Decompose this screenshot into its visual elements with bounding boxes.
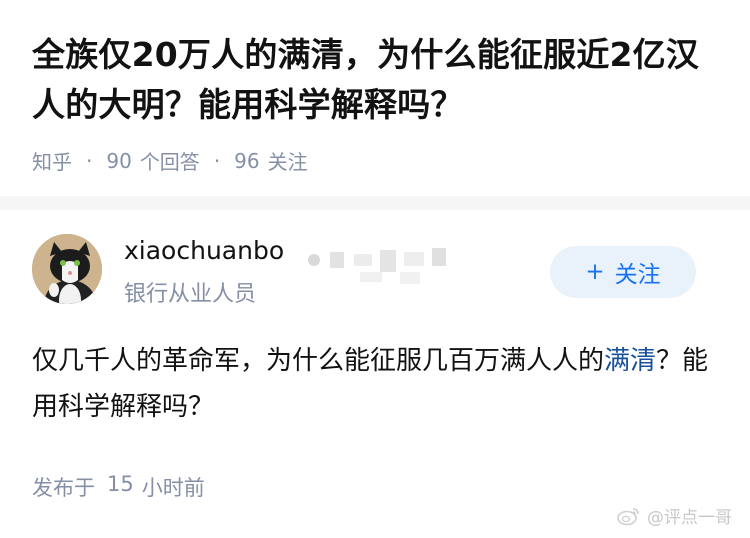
keyword-link[interactable]: 满清 bbox=[604, 346, 656, 376]
weibo-icon bbox=[617, 507, 639, 525]
time-prefix: 发布于 bbox=[32, 476, 95, 500]
source-label[interactable]: 知乎 bbox=[32, 146, 72, 175]
follow-label: 关注 bbox=[614, 262, 661, 288]
separator-dot: · bbox=[213, 148, 221, 173]
answer-card: xiaochuanbo 银行从业人员 + 关注 仅几千人的革命军，为什么能征服几… bbox=[0, 210, 750, 538]
followers-count: 96 bbox=[234, 148, 260, 173]
time-value: 15 bbox=[107, 472, 134, 496]
author-name[interactable]: xiaochuanbo bbox=[124, 236, 284, 265]
answer-content[interactable]: 仅几千人的革命军，为什么能征服几百万满人人的满清？能用科学解释吗？ bbox=[32, 338, 722, 430]
section-divider bbox=[0, 196, 750, 210]
question-meta: 知乎 · 90 个回答 · 96 关注 bbox=[32, 146, 308, 175]
publish-time: 发布于 15 小时前 bbox=[32, 472, 205, 502]
cat-avatar-icon bbox=[32, 234, 102, 304]
question-title[interactable]: 全族仅20万人的满清，为什么能征服近2亿汉人的大明？能用科学解释吗？ bbox=[32, 30, 718, 130]
question-card: 全族仅20万人的满清，为什么能征服近2亿汉人的大明？能用科学解释吗？ 知乎 · … bbox=[0, 0, 750, 196]
answer-text-part1: 仅几千人的革命军，为什么能征服几百万满人人的 bbox=[32, 346, 605, 376]
watermark: @评点一哥 bbox=[617, 503, 732, 528]
plus-icon: + bbox=[585, 259, 605, 285]
avatar[interactable] bbox=[32, 234, 102, 304]
followers-label[interactable]: 关注 bbox=[268, 146, 308, 175]
watermark-text: @评点一哥 bbox=[647, 508, 732, 528]
answers-label[interactable]: 个回答 bbox=[140, 146, 200, 175]
time-suffix: 小时前 bbox=[141, 476, 205, 500]
blurred-badge bbox=[308, 248, 446, 284]
answers-count: 90 bbox=[106, 148, 132, 173]
separator-dot: · bbox=[86, 148, 93, 173]
follow-button[interactable]: + 关注 bbox=[550, 246, 696, 298]
author-bio: 银行从业人员 bbox=[124, 282, 257, 307]
